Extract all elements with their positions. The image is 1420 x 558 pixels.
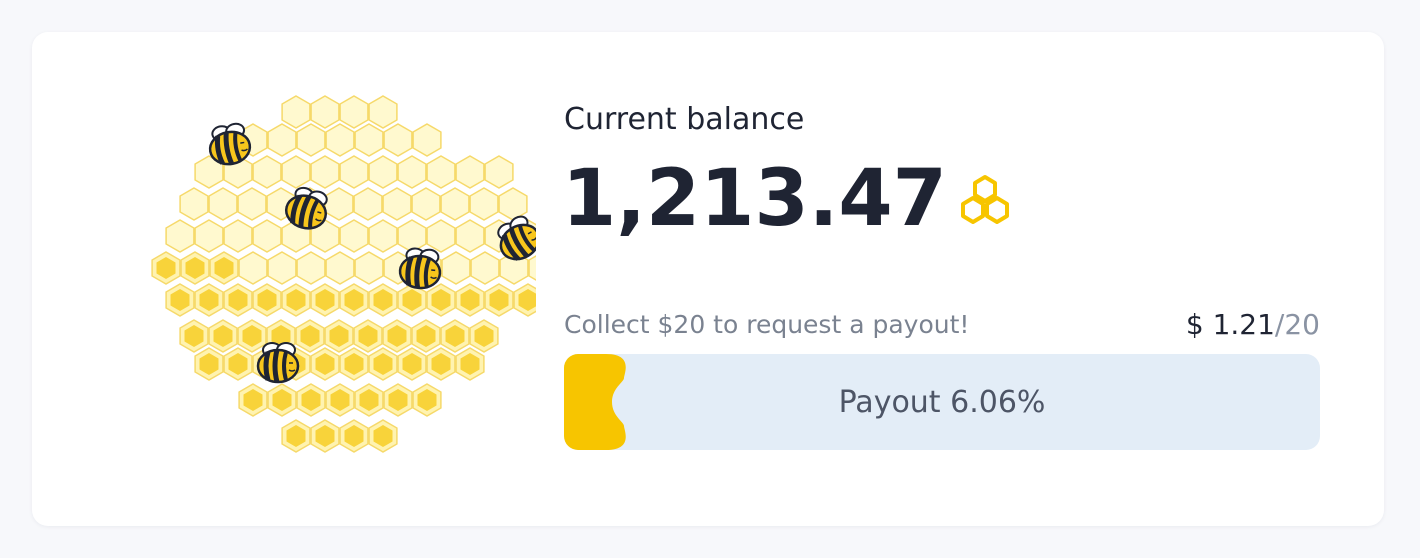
honeycomb-cell [498, 187, 528, 221]
payout-progress-label: Payout 6.06% [838, 384, 1046, 420]
honeycomb-cell [281, 95, 311, 129]
honeycomb-cell [440, 187, 470, 221]
honeycomb-cell [353, 187, 383, 221]
currency-symbol: $ [1185, 308, 1204, 341]
honeycomb-cell [296, 123, 326, 157]
payout-progress-bar: Payout 6.06% [564, 354, 1320, 450]
honeycomb-cell [267, 123, 297, 157]
honeycomb-cell [426, 219, 456, 253]
honeycomb-cell [339, 155, 369, 189]
honeycomb-cell [325, 123, 355, 157]
honeycomb-cell [237, 187, 267, 221]
honeycomb-cell [339, 95, 369, 129]
honeycomb-cell [339, 219, 369, 253]
balance-label: Current balance [564, 102, 805, 137]
honeycomb-cell [484, 155, 514, 189]
honeycomb-cell [296, 251, 326, 285]
balance-value: 1,213.47 [562, 154, 947, 244]
honeycomb-cell [267, 251, 297, 285]
honeycomb-cell [426, 155, 456, 189]
honeycomb-cell [455, 155, 485, 189]
honeycomb-cell [469, 187, 499, 221]
honeycomb-icon [957, 174, 1013, 230]
honeycomb-cell [368, 219, 398, 253]
honeycomb-cell [310, 155, 340, 189]
honeycomb-cell [382, 187, 412, 221]
honeycomb-cell [441, 251, 471, 285]
payout-hint: Collect $20 to request a payout! [564, 310, 970, 339]
honeycomb-cell [470, 251, 500, 285]
payout-target: 20 [1284, 308, 1320, 341]
honeycomb-cell [310, 95, 340, 129]
honeycomb-cell [412, 123, 442, 157]
payout-current: 1.21 [1212, 308, 1275, 341]
honeycomb-cell [324, 187, 354, 221]
honeycomb-cell [368, 155, 398, 189]
bee-icon [256, 342, 300, 384]
payout-separator: / [1274, 308, 1285, 341]
honeycomb-cell [252, 219, 282, 253]
honeycomb-cell [455, 219, 485, 253]
honeycomb-cell [325, 251, 355, 285]
balance-card: Current balance 1,213.47 Collect $20 to … [32, 32, 1384, 526]
honeycomb-cell [179, 187, 209, 221]
honeycomb-cell [194, 219, 224, 253]
honeycomb-cell [354, 251, 384, 285]
honeycomb-cell [397, 219, 427, 253]
balance-row: 1,213.47 [562, 160, 1013, 238]
payout-amount: $ 1.21/20 [1186, 308, 1320, 341]
honeycomb-cell [397, 155, 427, 189]
honeycomb-cell [238, 251, 268, 285]
beehive-illustration [116, 92, 536, 464]
honeycomb-cell [208, 187, 238, 221]
honeycomb-cell [223, 219, 253, 253]
honeycomb-cell [165, 219, 195, 253]
honeycomb-cell [411, 187, 441, 221]
honeycomb-cell [368, 95, 398, 129]
honeycomb-cell [252, 155, 282, 189]
honeycomb-cell [383, 123, 413, 157]
honeycomb-cell [528, 255, 536, 281]
bee-icon [398, 247, 442, 290]
honeycomb-cell [281, 155, 311, 189]
honeycomb-cell [354, 123, 384, 157]
